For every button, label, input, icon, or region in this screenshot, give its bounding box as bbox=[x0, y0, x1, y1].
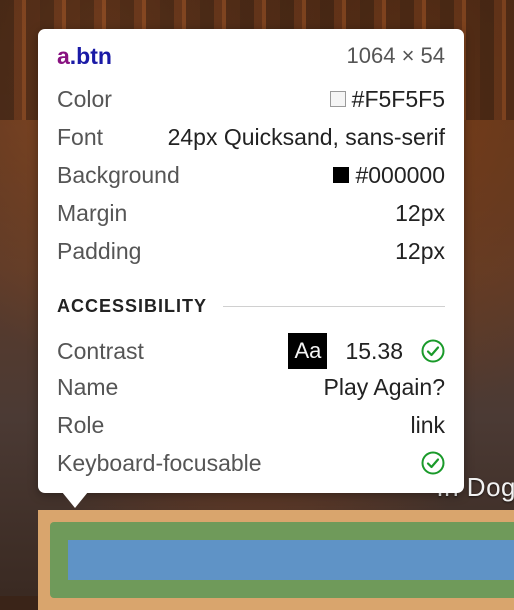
check-circle-icon bbox=[421, 451, 445, 475]
row-background: Background #000000 bbox=[57, 161, 445, 188]
row-padding: Padding 12px bbox=[57, 237, 445, 264]
accessibility-heading: ACCESSIBILITY bbox=[57, 294, 445, 318]
inspector-tooltip: a.btn 1064 × 54 Color #F5F5F5 Font 24px … bbox=[38, 29, 464, 493]
element-selector: a.btn bbox=[57, 42, 112, 69]
row-contrast: Contrast Aa 15.38 bbox=[57, 333, 445, 369]
contrast-value: 15.38 bbox=[345, 337, 403, 364]
background-swatch bbox=[333, 167, 350, 183]
row-keyboard-focusable: Keyboard-focusable bbox=[57, 447, 445, 479]
row-font: Font 24px Quicksand, sans-serif bbox=[57, 123, 445, 150]
contrast-sample: Aa bbox=[288, 333, 328, 369]
check-circle-icon bbox=[421, 339, 445, 363]
color-swatch bbox=[329, 91, 346, 107]
tooltip-header: a.btn 1064 × 54 bbox=[57, 40, 445, 72]
row-margin: Margin 12px bbox=[57, 199, 445, 226]
row-name: Name Play Again? bbox=[57, 373, 445, 400]
row-color: Color #F5F5F5 bbox=[57, 85, 445, 112]
row-role: Role link bbox=[57, 411, 445, 438]
tooltip-arrow bbox=[62, 492, 88, 508]
highlight-content-box[interactable] bbox=[68, 540, 514, 580]
section-divider bbox=[223, 305, 445, 307]
element-dimensions: 1064 × 54 bbox=[346, 43, 445, 68]
